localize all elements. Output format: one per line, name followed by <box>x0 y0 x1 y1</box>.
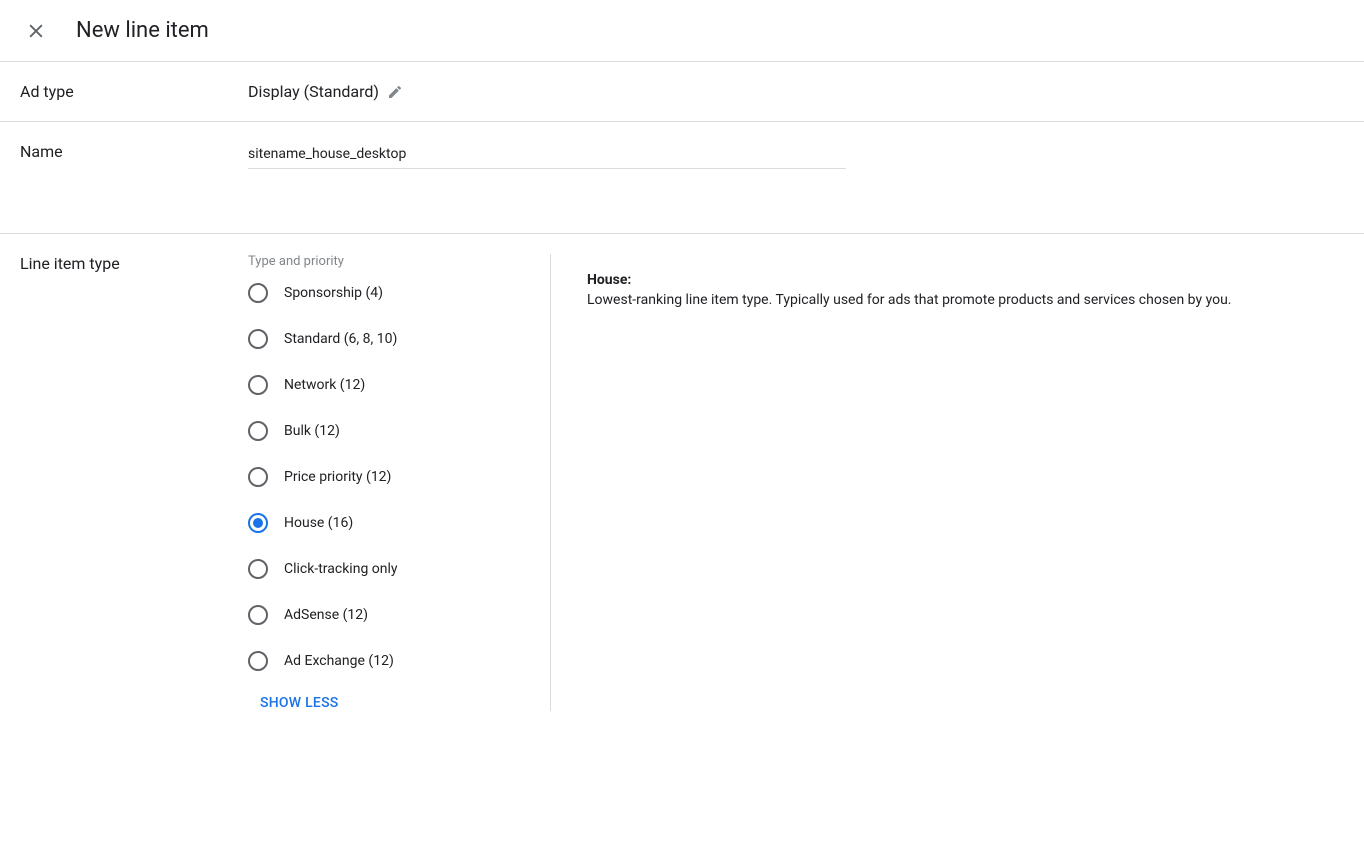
type-priority-column: Type and priority Sponsorship (4) Standar… <box>248 254 550 711</box>
radio-label: Standard (6, 8, 10) <box>284 331 397 347</box>
close-icon <box>26 21 46 41</box>
name-label: Name <box>20 142 248 169</box>
page-title: New line item <box>76 18 209 43</box>
vertical-divider <box>550 254 551 711</box>
show-less-button[interactable]: SHOW LESS <box>260 695 550 711</box>
line-item-type-label: Line item type <box>20 254 248 711</box>
name-input[interactable] <box>248 142 846 169</box>
line-item-type-radio-group: Sponsorship (4) Standard (6, 8, 10) Networ… <box>248 283 550 671</box>
radio-label: AdSense (12) <box>284 607 368 623</box>
line-item-type-option[interactable]: Standard (6, 8, 10) <box>248 329 550 349</box>
radio-icon <box>248 375 268 395</box>
radio-label: Price priority (12) <box>284 469 391 485</box>
line-item-type-option[interactable]: House (16) <box>248 513 550 533</box>
dialog-header: New line item <box>0 0 1364 62</box>
radio-icon <box>248 559 268 579</box>
line-item-type-option[interactable]: Sponsorship (4) <box>248 283 550 303</box>
radio-label: Bulk (12) <box>284 423 340 439</box>
line-item-type-option[interactable]: Click-tracking only <box>248 559 550 579</box>
radio-icon <box>248 329 268 349</box>
pencil-icon <box>387 84 403 100</box>
radio-label: Ad Exchange (12) <box>284 653 394 669</box>
line-item-type-option[interactable]: Ad Exchange (12) <box>248 651 550 671</box>
radio-label: Network (12) <box>284 377 365 393</box>
type-description-title: House: <box>587 272 1340 288</box>
line-item-type-option[interactable]: Network (12) <box>248 375 550 395</box>
edit-ad-type-button[interactable] <box>387 84 403 100</box>
ad-type-label: Ad type <box>20 82 248 101</box>
line-item-type-section: Line item type Type and priority Sponsor… <box>0 234 1364 731</box>
name-section: Name <box>0 122 1364 234</box>
radio-icon <box>248 467 268 487</box>
type-description-text: Lowest-ranking line item type. Typically… <box>587 290 1340 311</box>
type-priority-header: Type and priority <box>248 254 550 269</box>
line-item-type-option[interactable]: Price priority (12) <box>248 467 550 487</box>
line-item-type-option[interactable]: AdSense (12) <box>248 605 550 625</box>
radio-label: Click-tracking only <box>284 561 398 577</box>
type-description-column: House: Lowest-ranking line item type. Ty… <box>587 254 1364 711</box>
radio-icon <box>248 605 268 625</box>
ad-type-value: Display (Standard) <box>248 82 379 101</box>
radio-label: Sponsorship (4) <box>284 285 383 301</box>
radio-icon <box>248 651 268 671</box>
radio-label: House (16) <box>284 515 353 531</box>
radio-icon <box>248 513 268 533</box>
ad-type-section: Ad type Display (Standard) <box>0 62 1364 122</box>
close-button[interactable] <box>24 19 48 43</box>
radio-icon <box>248 283 268 303</box>
line-item-type-option[interactable]: Bulk (12) <box>248 421 550 441</box>
radio-icon <box>248 421 268 441</box>
